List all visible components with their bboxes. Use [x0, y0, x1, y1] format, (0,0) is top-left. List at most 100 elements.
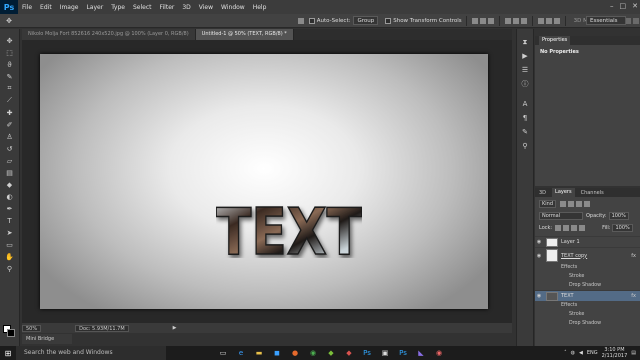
stroke-effect-row[interactable]: Stroke: [535, 310, 640, 319]
eye-icon[interactable]: ◉: [535, 239, 543, 245]
auto-select-dropdown[interactable]: Group: [353, 16, 379, 25]
menu-file[interactable]: File: [18, 4, 36, 11]
menu-layer[interactable]: Layer: [82, 4, 107, 11]
photoshop-taskbar-icon[interactable]: Ps: [360, 346, 374, 360]
transform-controls-checkbox[interactable]: [385, 17, 392, 24]
store-icon[interactable]: ◼: [270, 346, 284, 360]
opacity-field[interactable]: 100%: [608, 212, 629, 220]
distribute-icon[interactable]: [553, 17, 560, 24]
menu-type[interactable]: Type: [107, 4, 129, 11]
clone-stamp-tool-icon[interactable]: ♙: [3, 131, 17, 142]
history-panel-icon[interactable]: ⧗: [520, 37, 530, 47]
distribute-icon[interactable]: [545, 17, 552, 24]
notifications-icon[interactable]: ▤: [631, 350, 636, 356]
blend-mode-dropdown[interactable]: Normal: [539, 212, 583, 220]
zoom-field[interactable]: 50%: [22, 324, 42, 332]
layer-name[interactable]: TEXT copy: [561, 253, 587, 259]
fx-icon[interactable]: fx: [631, 293, 636, 299]
network-icon[interactable]: ◍: [571, 350, 575, 356]
close-button[interactable]: ✕: [632, 2, 638, 10]
align-right-icon[interactable]: [520, 17, 527, 24]
drop-shadow-effect-row[interactable]: Drop Shadow: [535, 319, 640, 328]
auto-select-checkbox[interactable]: [308, 17, 315, 24]
crop-tool-icon[interactable]: ⌗: [3, 83, 17, 94]
3d-scale-icon[interactable]: [633, 17, 639, 24]
workspace-dropdown[interactable]: Essentials: [586, 16, 626, 25]
move-tool-icon[interactable]: ✥: [2, 16, 16, 27]
eye-icon[interactable]: ◉: [535, 253, 543, 259]
eye-icon[interactable]: ◉: [535, 293, 543, 299]
fill-field[interactable]: 100%: [612, 224, 633, 232]
menu-help[interactable]: Help: [249, 4, 271, 11]
menu-view[interactable]: View: [195, 4, 217, 11]
gradient-tool-icon[interactable]: ▤: [3, 167, 17, 178]
layer-row[interactable]: ◉ Layer 1: [535, 236, 640, 247]
app-icon[interactable]: ▣: [378, 346, 392, 360]
photoshop-taskbar-icon[interactable]: Ps: [396, 346, 410, 360]
edge-icon[interactable]: e: [234, 346, 248, 360]
filter-adjustment-icon[interactable]: [568, 201, 575, 207]
path-select-tool-icon[interactable]: ➤: [3, 227, 17, 238]
actions-panel-icon[interactable]: ▶: [520, 51, 530, 61]
tab-untitled-document[interactable]: Untitled-1 @ 50% (TEXT, RGB/8) *: [195, 29, 294, 40]
lock-pixels-icon[interactable]: [563, 225, 570, 231]
clone-source-panel-icon[interactable]: ⚲: [520, 141, 530, 151]
status-arrow-icon[interactable]: ▶: [173, 325, 177, 331]
history-brush-tool-icon[interactable]: ↺: [3, 143, 17, 154]
lock-transparent-icon[interactable]: [555, 225, 562, 231]
layer-row[interactable]: ◉ TEXT copy fx: [535, 247, 640, 263]
windows-start-icon[interactable]: ⊞: [0, 346, 16, 360]
app-icon[interactable]: ◉: [432, 346, 446, 360]
file-explorer-icon[interactable]: ▬: [252, 346, 266, 360]
eyedropper-tool-icon[interactable]: ⟋: [3, 95, 17, 106]
chrome-icon[interactable]: ◉: [306, 346, 320, 360]
stroke-effect-row[interactable]: Stroke: [535, 272, 640, 281]
taskbar-search[interactable]: Search the web and Windows: [16, 346, 166, 360]
align-middle-icon[interactable]: [479, 17, 486, 24]
background-color-swatch[interactable]: [7, 329, 15, 337]
eraser-tool-icon[interactable]: ▱: [3, 155, 17, 166]
app-icon[interactable]: ◆: [342, 346, 356, 360]
paragraph-panel-icon[interactable]: ¶: [520, 113, 530, 123]
task-view-icon[interactable]: ▭: [216, 346, 230, 360]
firefox-icon[interactable]: ●: [288, 346, 302, 360]
dodge-tool-icon[interactable]: ◐: [3, 191, 17, 202]
brush-panel-icon[interactable]: ✎: [520, 127, 530, 137]
minimize-button[interactable]: –: [610, 2, 614, 10]
layer-row-selected[interactable]: ◉ TEXT fx: [535, 290, 640, 301]
document-canvas[interactable]: TEXT: [40, 54, 488, 309]
tab-layers[interactable]: Layers: [552, 188, 575, 197]
tab-photo-document[interactable]: Nikolo Molja Fort 852616 240x520.jpg @ 1…: [22, 29, 196, 40]
info-panel-icon[interactable]: ⓘ: [520, 79, 530, 89]
app-icon[interactable]: ◣: [414, 346, 428, 360]
drop-shadow-effect-row[interactable]: Drop Shadow: [535, 281, 640, 290]
tab-3d[interactable]: 3D: [539, 190, 546, 196]
maximize-button[interactable]: □: [620, 2, 627, 10]
lasso-tool-icon[interactable]: ϑ: [3, 59, 17, 70]
distribute-icon[interactable]: [537, 17, 544, 24]
tab-properties[interactable]: Properties: [539, 36, 571, 45]
volume-icon[interactable]: ◀: [579, 350, 583, 356]
filter-type-icon[interactable]: [576, 201, 583, 207]
zoom-tool-icon[interactable]: ⚲: [3, 263, 17, 274]
tab-channels[interactable]: Channels: [581, 190, 604, 196]
layer-name[interactable]: Layer 1: [561, 239, 580, 245]
move-tool-icon[interactable]: ✥: [3, 35, 17, 46]
filter-kind-dropdown[interactable]: Kind: [539, 200, 557, 208]
brush-tool-icon[interactable]: ✐: [3, 119, 17, 130]
lock-all-icon[interactable]: [579, 225, 586, 231]
filter-pixel-icon[interactable]: [560, 201, 567, 207]
filter-shape-icon[interactable]: [584, 201, 591, 207]
preset-picker-icon[interactable]: [297, 17, 304, 24]
menu-3d[interactable]: 3D: [178, 4, 194, 11]
character-panel-icon[interactable]: A: [520, 99, 530, 109]
align-bottom-icon[interactable]: [487, 17, 494, 24]
mini-bridge-tab[interactable]: Mini Bridge: [22, 334, 72, 344]
properties-panel-icon[interactable]: ☰: [520, 65, 530, 75]
healing-tool-icon[interactable]: ✚: [3, 107, 17, 118]
align-top-icon[interactable]: [471, 17, 478, 24]
menu-select[interactable]: Select: [129, 4, 156, 11]
fx-icon[interactable]: fx: [631, 253, 636, 259]
type-tool-icon[interactable]: T: [3, 215, 17, 226]
layer-name[interactable]: TEXT: [561, 293, 574, 299]
